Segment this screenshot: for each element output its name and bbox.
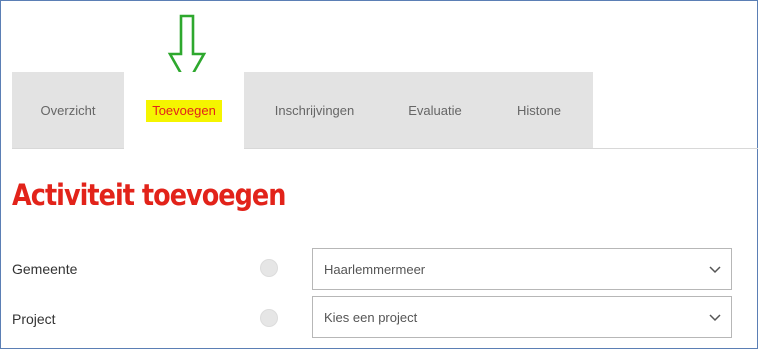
project-select[interactable]: Kies een project bbox=[312, 296, 732, 338]
tab-overzicht[interactable]: Overzicht bbox=[12, 72, 124, 148]
info-icon[interactable] bbox=[260, 309, 278, 327]
tab-evaluatie[interactable]: Evaluatie bbox=[385, 72, 485, 148]
tab-inschrijvingen[interactable]: Inschrijvingen bbox=[244, 72, 385, 148]
tab-histone[interactable]: Histone bbox=[485, 72, 593, 148]
tab-label: Toevoegen bbox=[146, 99, 222, 122]
project-value: Kies een project bbox=[324, 309, 418, 325]
chevron-down-icon bbox=[709, 314, 721, 322]
tab-label: Evaluatie bbox=[408, 102, 462, 118]
gemeente-label: Gemeente bbox=[12, 261, 78, 277]
tab-label: Inschrijvingen bbox=[274, 102, 355, 118]
page-title: Activiteit toevoegen bbox=[12, 178, 286, 212]
chevron-down-icon bbox=[709, 266, 721, 274]
project-label: Project bbox=[12, 311, 56, 327]
tab-label: Overzicht bbox=[40, 102, 96, 118]
tab-label: Histone bbox=[516, 102, 562, 118]
info-icon[interactable] bbox=[260, 259, 278, 277]
tab-toevoegen[interactable]: Toevoegen bbox=[124, 72, 244, 149]
gemeente-select[interactable]: Haarlemmermeer bbox=[312, 248, 732, 290]
gemeente-value: Haarlemmermeer bbox=[324, 261, 426, 277]
tab-bar: Overzicht Toevoegen Inschrijvingen Evalu… bbox=[12, 72, 758, 149]
